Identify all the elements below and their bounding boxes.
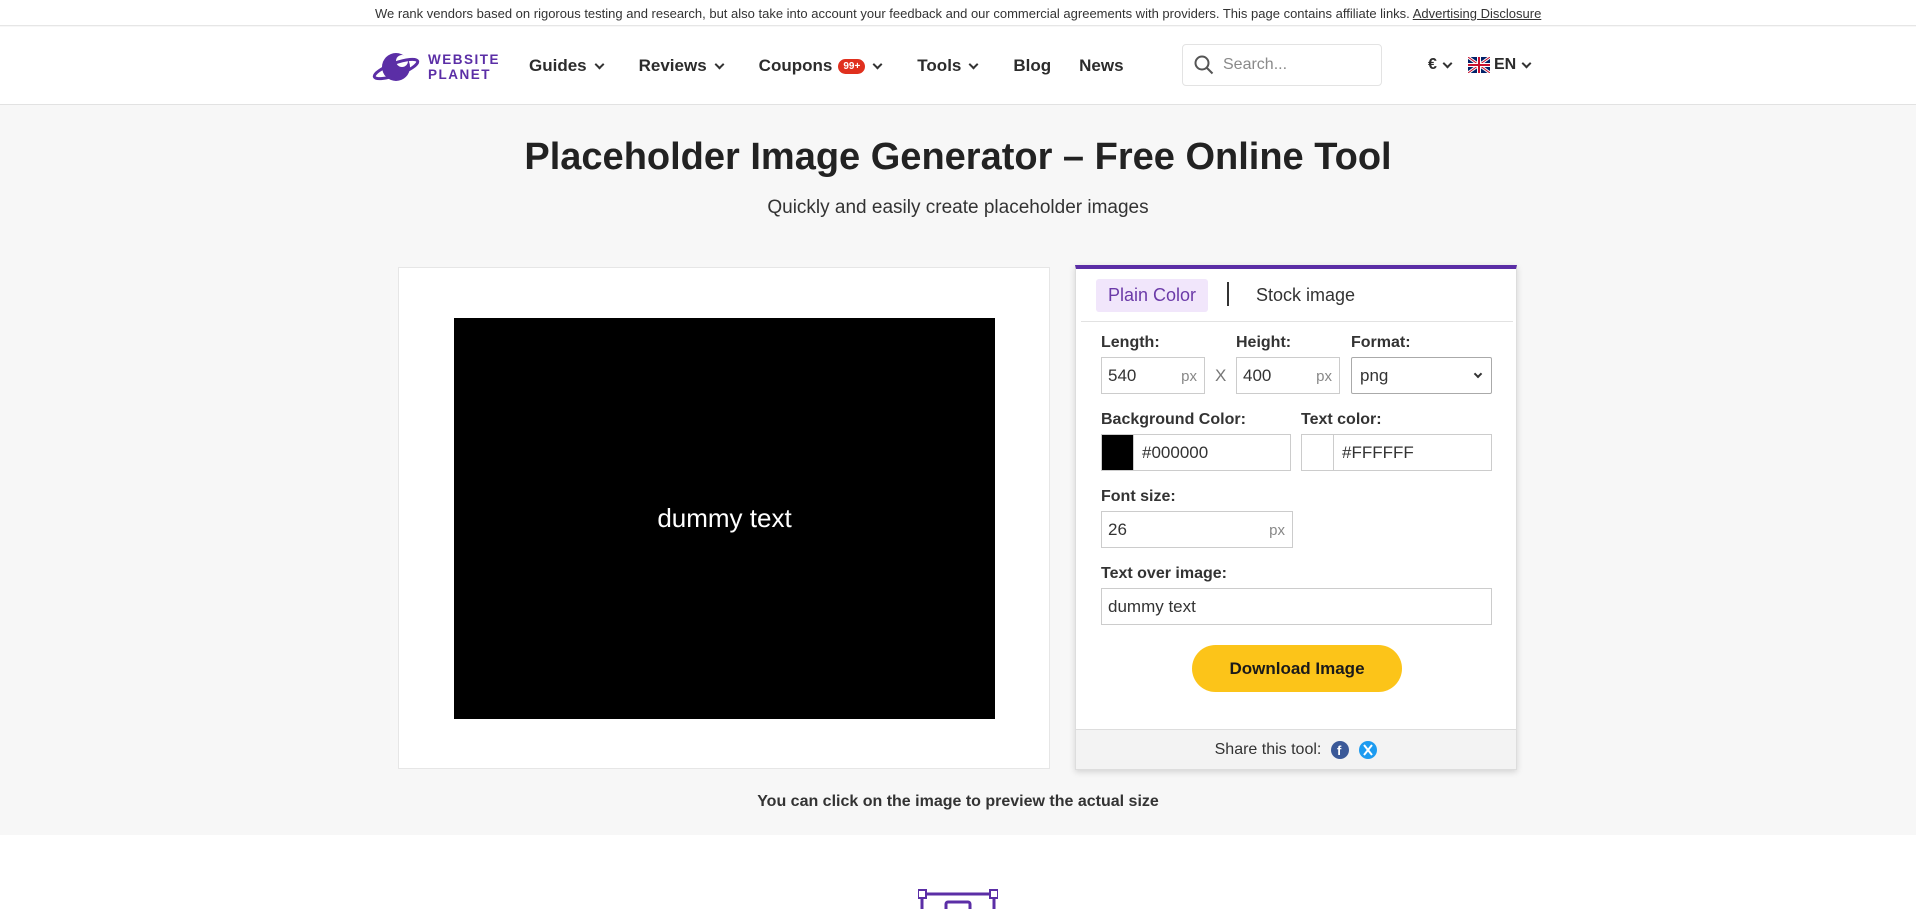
svg-text:f: f: [1337, 743, 1342, 758]
chevron-down-icon: [968, 59, 979, 69]
nav-tools[interactable]: Tools: [917, 56, 979, 76]
preview-hint: You can click on the image to preview th…: [757, 793, 1159, 810]
share-label: Share this tool:: [1214, 740, 1322, 758]
currency-selector[interactable]: €: [1428, 56, 1453, 74]
image-tool-icon: [918, 889, 998, 909]
font-size-unit: px: [1269, 522, 1285, 539]
font-size-label: Font size:: [1101, 488, 1176, 505]
logo-text: WEBSITE PLANET: [428, 52, 500, 82]
search-icon: [1194, 55, 1214, 75]
length-label: Length:: [1101, 334, 1160, 351]
preview-text: dummy text: [657, 503, 792, 533]
font-size-input[interactable]: [1102, 519, 1292, 540]
length-field[interactable]: px: [1101, 357, 1205, 394]
nav-guides-label: Guides: [529, 56, 587, 75]
text-color-input[interactable]: [1334, 442, 1491, 463]
search-input[interactable]: [1223, 56, 1373, 74]
logo[interactable]: WEBSITE PLANET: [372, 47, 502, 87]
nav-reviews[interactable]: Reviews: [638, 56, 725, 76]
logo-line-2: PLANET: [428, 67, 491, 82]
language-label: EN: [1494, 56, 1517, 73]
preview-card: dummy text: [398, 267, 1050, 769]
currency-label: €: [1428, 56, 1437, 73]
nav-coupons-label: Coupons: [758, 56, 833, 75]
text-color-swatch[interactable]: [1301, 434, 1334, 471]
disclosure-bar: We rank vendors based on rigorous testin…: [0, 0, 1916, 26]
chevron-down-icon: [1473, 369, 1483, 379]
background-color-input[interactable]: [1134, 442, 1290, 463]
background-color-field[interactable]: [1133, 434, 1291, 471]
nav-news[interactable]: News: [1079, 56, 1123, 76]
chevron-down-icon: [1521, 58, 1532, 68]
generator-panel: Plain Color Stock image Length: Height: …: [1075, 265, 1517, 770]
uk-flag-icon: [1468, 57, 1490, 73]
chevron-down-icon: [1442, 58, 1453, 68]
facebook-icon[interactable]: f: [1331, 740, 1350, 759]
share-bar: Share this tool: f: [1076, 729, 1516, 769]
tool-tabs: Plain Color Stock image: [1081, 269, 1513, 322]
chevron-down-icon: [594, 59, 605, 69]
nav-guides[interactable]: Guides: [529, 56, 605, 76]
length-unit: px: [1181, 368, 1197, 385]
advertising-disclosure-link[interactable]: Advertising Disclosure: [1413, 6, 1542, 21]
disclosure-text: We rank vendors based on rigorous testin…: [375, 6, 1410, 21]
tab-divider: [1227, 282, 1229, 306]
nav-news-label: News: [1079, 56, 1124, 75]
site-header: WEBSITE PLANET Guides Reviews Coupons 99…: [0, 27, 1916, 105]
height-label: Height:: [1236, 334, 1292, 351]
chevron-down-icon: [714, 59, 725, 69]
x-twitter-icon[interactable]: [1359, 740, 1378, 759]
lower-section: [0, 835, 1916, 909]
background-color-swatch[interactable]: [1101, 434, 1134, 471]
language-selector[interactable]: EN: [1468, 56, 1532, 74]
nav-reviews-label: Reviews: [638, 56, 707, 75]
placeholder-preview-image[interactable]: dummy text: [454, 318, 995, 719]
text-color-field[interactable]: [1333, 434, 1492, 471]
planet-logo-icon: [372, 53, 420, 81]
page-subtitle: Quickly and easily create placeholder im…: [767, 197, 1149, 218]
chevron-down-icon: [872, 59, 883, 69]
text-over-image-input[interactable]: [1102, 596, 1491, 617]
logo-line-1: WEBSITE: [428, 52, 501, 67]
dimension-separator: X: [1215, 366, 1227, 385]
text-over-image-label: Text over image:: [1101, 565, 1227, 582]
font-size-field[interactable]: px: [1101, 511, 1293, 548]
height-field[interactable]: px: [1236, 357, 1340, 394]
format-value: png: [1360, 365, 1389, 385]
nav-coupons[interactable]: Coupons 99+: [758, 56, 883, 76]
download-image-button[interactable]: Download Image: [1192, 645, 1402, 692]
format-label: Format:: [1351, 334, 1411, 351]
nav-blog[interactable]: Blog: [1013, 56, 1051, 76]
nav-blog-label: Blog: [1013, 56, 1052, 75]
nav-tools-label: Tools: [917, 56, 962, 75]
page-title: Placeholder Image Generator – Free Onlin…: [524, 136, 1392, 178]
tab-stock-image[interactable]: Stock image: [1251, 279, 1360, 312]
format-select[interactable]: png: [1351, 357, 1492, 394]
coupons-count-badge: 99+: [838, 58, 866, 74]
search-box[interactable]: [1182, 44, 1382, 86]
main-nav: Guides Reviews Coupons 99+ Tools Blog Ne…: [529, 27, 1124, 105]
disclosure-text-wrap: We rank vendors based on rigorous testin…: [375, 6, 1541, 21]
text-over-image-field[interactable]: [1101, 588, 1492, 625]
text-color-label: Text color:: [1301, 411, 1382, 428]
tab-plain-color[interactable]: Plain Color: [1096, 279, 1209, 312]
height-unit: px: [1316, 368, 1332, 385]
background-color-label: Background Color:: [1101, 411, 1246, 428]
